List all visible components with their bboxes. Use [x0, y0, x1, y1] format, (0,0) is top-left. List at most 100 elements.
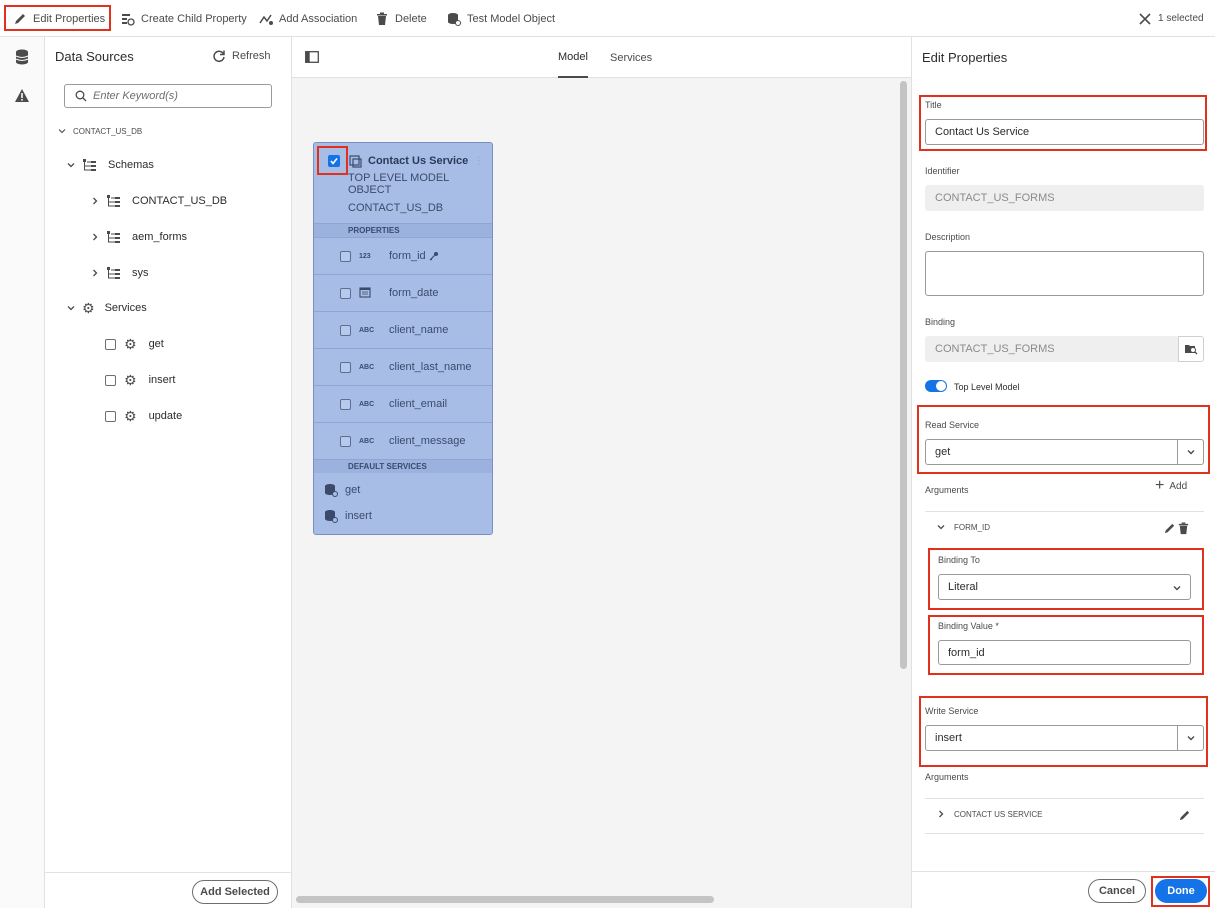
property-row[interactable]: ABC client_last_name: [314, 348, 492, 385]
tree-services[interactable]: ⚙ Services: [66, 299, 147, 317]
add-selected-button[interactable]: Add Selected: [192, 880, 278, 904]
description-textarea[interactable]: [925, 251, 1204, 296]
trash-icon[interactable]: [1177, 522, 1190, 535]
delete-button[interactable]: Delete: [375, 0, 427, 37]
property-checkbox[interactable]: [340, 398, 351, 410]
gears-icon: ⚙: [82, 300, 95, 316]
test-model-object-button[interactable]: Test Model Object: [447, 0, 555, 37]
highlight-edit-properties: [4, 5, 111, 31]
cancel-button[interactable]: Cancel: [1088, 879, 1146, 903]
property-name: client_message: [389, 435, 466, 447]
add-association-button[interactable]: Add Association: [259, 0, 357, 37]
binding-input[interactable]: CONTACT_US_FORMS: [925, 336, 1179, 362]
key-icon: [429, 252, 438, 261]
add-label: Add: [1169, 480, 1188, 492]
tree-service-item[interactable]: ⚙ insert: [105, 371, 175, 389]
panel-heading: Edit Properties: [922, 50, 1008, 65]
drag-handle-icon[interactable]: ⋮: [474, 156, 484, 167]
service-database-icon: [325, 484, 338, 497]
tree-schemas[interactable]: Schemas: [66, 156, 154, 174]
search-placeholder: Enter Keyword(s): [93, 90, 178, 102]
create-child-property-label: Create Child Property: [141, 12, 247, 25]
tree-schema-item[interactable]: sys: [90, 264, 149, 282]
property-checkbox[interactable]: [340, 287, 351, 299]
default-service-item[interactable]: insert: [314, 507, 492, 525]
schema-item-label: sys: [132, 267, 149, 279]
schema-icon: [83, 159, 96, 171]
write-arguments-label: Arguments: [925, 772, 969, 782]
property-checkbox[interactable]: [340, 435, 351, 447]
property-row[interactable]: form_date: [314, 274, 492, 311]
create-child-property-button[interactable]: Create Child Property: [121, 0, 247, 37]
add-argument-button[interactable]: + Add: [1155, 478, 1188, 494]
gears-icon: ⚙: [124, 336, 137, 352]
property-row[interactable]: ABC client_email: [314, 385, 492, 422]
service-item-label: insert: [148, 374, 176, 386]
horizontal-scrollbar[interactable]: [296, 896, 714, 903]
property-checkbox[interactable]: [340, 250, 351, 262]
search-icon: [75, 90, 87, 102]
default-service-label: insert: [345, 510, 372, 522]
chevron-down-icon: [937, 525, 945, 530]
schema-icon: [107, 267, 120, 279]
tree-service-item[interactable]: ⚙ get: [105, 335, 164, 353]
tab-model[interactable]: Model: [558, 37, 588, 78]
child-property-icon: [122, 13, 135, 26]
selected-count: 1 selected: [1158, 13, 1204, 24]
schemas-label: Schemas: [108, 159, 154, 171]
service-item-label: get: [148, 338, 164, 350]
chevron-right-icon: [939, 810, 944, 818]
property-checkbox[interactable]: [340, 361, 351, 373]
tree-schema-item[interactable]: aem_forms: [90, 228, 187, 246]
close-icon[interactable]: [1138, 12, 1152, 26]
pencil-icon[interactable]: [1163, 522, 1176, 535]
argument-row[interactable]: FORM_ID: [936, 522, 990, 532]
chevron-right-icon: [93, 197, 98, 205]
left-rail: [0, 37, 45, 908]
service-checkbox[interactable]: [105, 410, 116, 422]
schema-icon: [107, 231, 120, 243]
warning-icon[interactable]: [14, 88, 30, 103]
tab-services[interactable]: Services: [610, 37, 652, 78]
top-level-label: Top Level Model: [954, 382, 1020, 392]
selection-status[interactable]: 1 selected: [1138, 0, 1204, 37]
pencil-icon[interactable]: [1178, 809, 1191, 822]
property-name: client_email: [389, 398, 448, 410]
chevron-right-icon: [93, 269, 98, 277]
toolbar: Edit Properties Create Child Property Ad…: [0, 0, 1215, 37]
identifier-input[interactable]: CONTACT_US_FORMS: [925, 185, 1204, 211]
property-checkbox[interactable]: [340, 324, 351, 336]
model-object-card[interactable]: Contact Us Service ⋮ TOP LEVEL MODEL OBJ…: [313, 142, 493, 535]
write-argument-row[interactable]: CONTACT US SERVICE: [936, 809, 1042, 819]
property-row[interactable]: ABC client_message: [314, 422, 492, 459]
binding-label: Binding: [925, 317, 956, 327]
divider: [45, 872, 291, 873]
tree-schema-item[interactable]: CONTACT_US_DB: [90, 192, 227, 210]
refresh-button[interactable]: Refresh: [212, 49, 271, 63]
default-service-item[interactable]: get: [314, 481, 492, 499]
property-name: form_date: [389, 287, 439, 299]
text-type-icon: ABC: [359, 326, 375, 334]
top-level-toggle[interactable]: [925, 380, 947, 392]
vertical-scrollbar[interactable]: [900, 81, 907, 669]
calendar-icon: [359, 286, 389, 300]
service-checkbox[interactable]: [105, 338, 116, 350]
tree-service-item[interactable]: ⚙ update: [105, 407, 182, 425]
trash-icon: [377, 12, 387, 25]
panel-toggle-icon[interactable]: [305, 51, 319, 63]
association-icon: [259, 14, 273, 25]
keyword-search-input[interactable]: Enter Keyword(s): [64, 84, 272, 108]
description-label: Description: [925, 232, 971, 242]
folder-search-icon: [1185, 345, 1198, 355]
property-row[interactable]: 123 form_id: [314, 237, 492, 274]
binding-browse-button[interactable]: [1178, 336, 1204, 362]
data-sources-title: Data Sources: [55, 49, 134, 64]
property-row[interactable]: ABC client_name: [314, 311, 492, 348]
model-object-icon: [349, 154, 362, 168]
service-checkbox[interactable]: [105, 374, 116, 386]
services-label: Services: [104, 302, 147, 314]
text-type-icon: ABC: [359, 363, 375, 371]
write-argument-name: CONTACT US SERVICE: [954, 809, 1043, 819]
tree-root[interactable]: CONTACT_US_DB: [57, 122, 142, 140]
database-icon[interactable]: [14, 49, 30, 65]
